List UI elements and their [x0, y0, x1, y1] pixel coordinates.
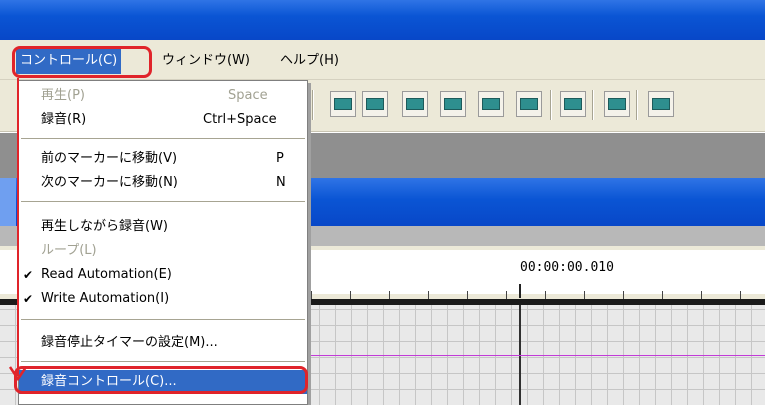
menu-item-prev-marker-shortcut: P [276, 151, 284, 166]
menu-item-read-automation[interactable]: ✔ Read Automation(E) [19, 263, 307, 287]
check-icon: ✔ [23, 292, 34, 306]
menu-item-record-label: 録音(R) [41, 112, 87, 127]
tempo-icon[interactable] [648, 91, 674, 117]
menu-item-play[interactable]: 再生(P) Space [19, 84, 307, 108]
speaker-icon[interactable] [604, 91, 630, 117]
toolbar-separator [636, 90, 638, 120]
annotation-arrow-line [17, 78, 19, 376]
menu-item-loop[interactable]: ループ(L) [19, 239, 307, 263]
toolbar-separator [592, 90, 594, 120]
menu-item-play-label: 再生(P) [41, 88, 85, 103]
menu-item-write-automation[interactable]: ✔ Write Automation(I) [19, 287, 307, 311]
menu-item-next-marker-label: 次のマーカーに移動(N) [41, 175, 178, 190]
menu-item-record-shortcut: Ctrl+Space [203, 112, 277, 127]
menu-item-play-shortcut: Space [228, 88, 268, 103]
sync-icon[interactable] [560, 91, 586, 117]
automation-line [300, 355, 765, 356]
menu-item-prev-marker-label: 前のマーカーに移動(V) [41, 151, 178, 166]
menu-item-record-while-playing-label: 再生しながら録音(W) [41, 219, 168, 234]
menu-item-stop-timer[interactable]: 録音停止タイマーの設定(M)... [19, 331, 307, 355]
menu-separator [21, 361, 305, 363]
plugin-icon[interactable] [478, 91, 504, 117]
transport-icon[interactable] [362, 91, 388, 117]
arrow-down-icon [9, 366, 28, 382]
menu-window[interactable]: ウィンドウ(W) [158, 48, 254, 74]
toolbar-separator [312, 90, 314, 120]
menu-item-prev-marker[interactable]: 前のマーカーに移動(V) P [19, 147, 307, 171]
menu-item-record[interactable]: 録音(R) Ctrl+Space [19, 108, 307, 132]
menu-item-read-automation-label: Read Automation(E) [41, 267, 172, 282]
menu-item-loop-label: ループ(L) [41, 243, 97, 258]
highlight-box-menu [12, 46, 152, 78]
menu-separator [21, 201, 305, 203]
control-menu-dropdown: 再生(P) Space 録音(R) Ctrl+Space 前のマーカーに移動(V… [18, 80, 308, 405]
title-bar [0, 0, 765, 40]
menu-item-next-marker-shortcut: N [276, 175, 286, 190]
menu-separator [21, 319, 305, 321]
menu-separator [21, 138, 305, 140]
menu-help[interactable]: ヘルプ(H) [276, 48, 343, 74]
menu-item-write-automation-label: Write Automation(I) [41, 291, 170, 306]
menu-item-next-marker[interactable]: 次のマーカーに移動(N) N [19, 171, 307, 195]
menu-item-record-while-playing[interactable]: 再生しながら録音(W) [19, 215, 307, 239]
mixer-icon[interactable] [402, 91, 428, 117]
automation-icon[interactable] [330, 91, 356, 117]
highlight-box-record-control [14, 366, 308, 394]
toolbar-separator [550, 90, 552, 120]
check-icon: ✔ [23, 268, 34, 282]
list-icon[interactable] [440, 91, 466, 117]
time-display: 00:00:00.010 [520, 260, 614, 275]
ruler-major-tick [519, 284, 521, 298]
menu-item-stop-timer-label: 録音停止タイマーの設定(M)... [41, 335, 218, 350]
grid-icon[interactable] [516, 91, 542, 117]
